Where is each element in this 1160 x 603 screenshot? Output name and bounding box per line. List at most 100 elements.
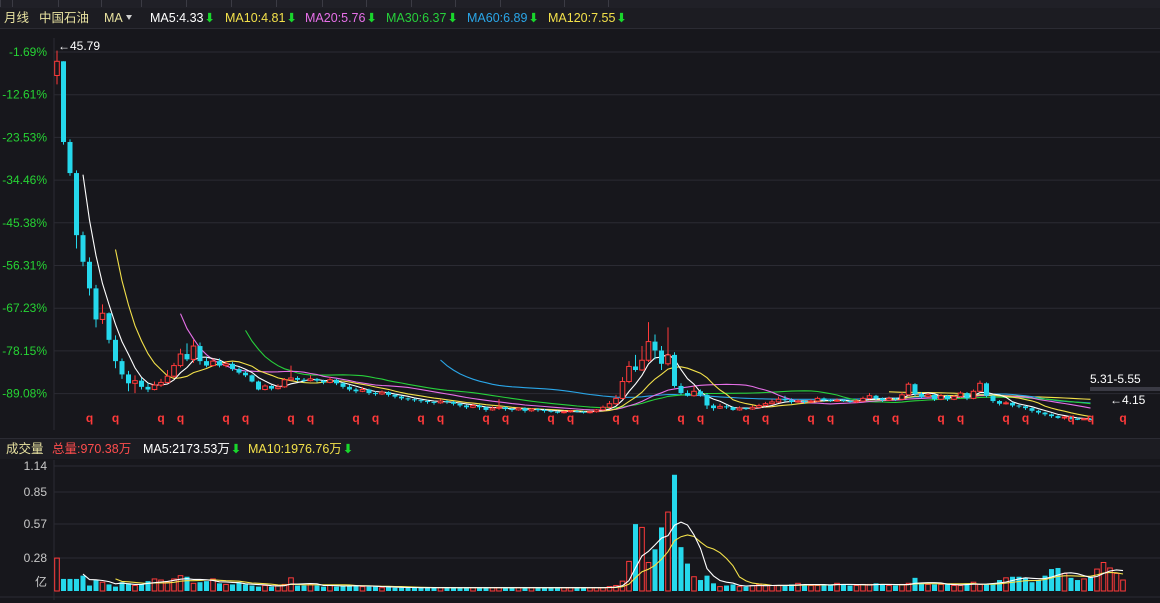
volume-bar <box>633 524 638 591</box>
candle-body <box>619 381 626 399</box>
event-marker: q <box>287 411 294 425</box>
candle-body <box>905 383 912 396</box>
candle-body <box>80 235 86 262</box>
candle-body <box>132 380 138 384</box>
candle-body <box>217 361 222 366</box>
volume-bar <box>762 585 769 592</box>
candle-body <box>691 390 697 397</box>
event-marker: q <box>177 411 184 425</box>
volume-bar <box>1010 576 1015 591</box>
candle-body <box>483 407 489 410</box>
candle-body <box>1075 418 1080 420</box>
candle-body <box>464 405 469 408</box>
volume-bar <box>1029 582 1035 591</box>
candle-body <box>451 401 456 404</box>
event-marker: q <box>352 411 359 425</box>
volume-bar <box>749 585 756 592</box>
volume-bar <box>938 583 944 592</box>
candle-body <box>392 394 398 397</box>
candle-body <box>197 346 203 362</box>
candle-body <box>515 407 522 411</box>
candle-body <box>184 354 190 360</box>
volume-bar <box>945 584 950 591</box>
candle-body <box>158 381 164 386</box>
volume-bar <box>782 585 788 591</box>
volume-bar <box>704 575 710 591</box>
volume-bar <box>67 578 73 591</box>
event-marker: q <box>827 411 834 425</box>
event-marker: q <box>1002 411 1009 425</box>
candle-body <box>489 407 496 411</box>
event-marker: q <box>222 411 229 425</box>
candle-body <box>503 407 508 410</box>
candle-body <box>1081 418 1087 421</box>
volume-bar <box>151 578 158 592</box>
candle-body <box>223 363 229 367</box>
candle-body <box>509 409 515 411</box>
volume-bar <box>957 585 964 592</box>
volume-bar <box>841 584 846 591</box>
candle-body <box>113 339 118 362</box>
volume-bar <box>177 575 184 592</box>
volume-bar <box>139 584 144 591</box>
candle-body <box>678 385 684 394</box>
event-marker: q <box>417 411 424 425</box>
candle-body <box>659 350 664 364</box>
price-axis-tick-label: -45.38% <box>2 216 47 230</box>
event-marker: q <box>157 411 164 425</box>
candle-body <box>1003 402 1009 405</box>
chart-canvas[interactable]: -1.69% -12.61% -23.53% -34.46% -45.38% -56.31… <box>0 0 1160 603</box>
candle-body <box>704 394 710 406</box>
candle-body <box>1055 416 1061 418</box>
volume-bar <box>1049 569 1054 591</box>
volume-bar <box>678 547 684 591</box>
candle-body <box>457 403 463 406</box>
range-annotation: 5.31-5.55 <box>1090 372 1141 386</box>
volume-bar <box>1036 580 1041 591</box>
candle-body <box>841 400 846 402</box>
volume-bar <box>1068 577 1074 591</box>
volume-bar <box>106 584 112 591</box>
event-marker: q <box>372 411 379 425</box>
candle-body <box>1061 416 1068 419</box>
candle-body <box>177 353 184 367</box>
event-marker: q <box>762 411 769 425</box>
candle-body <box>230 363 235 370</box>
candle-body <box>87 261 92 289</box>
volume-bar <box>1081 578 1087 592</box>
candle-body <box>269 385 274 389</box>
event-marker: q <box>112 411 119 425</box>
volume-bar <box>1075 580 1080 591</box>
candle-body <box>984 383 989 396</box>
ma10-line <box>114 249 1091 418</box>
candle-body <box>606 403 613 408</box>
candle-body <box>645 341 652 361</box>
candle-body <box>672 354 677 386</box>
candle-body <box>977 382 983 392</box>
volume-bar <box>977 583 983 592</box>
event-marker: q <box>677 411 684 425</box>
candle-body <box>1049 414 1054 417</box>
candle-body <box>256 381 261 390</box>
candle-body <box>802 401 807 403</box>
event-marker: q <box>697 411 704 425</box>
candle-body <box>93 288 99 320</box>
ma5-line <box>82 174 1091 420</box>
candle-body <box>970 390 977 399</box>
volume-bar <box>1003 577 1009 592</box>
candle-body <box>61 61 66 143</box>
candle-body <box>893 398 898 400</box>
volume-bar <box>685 563 690 591</box>
candle-body <box>340 383 346 387</box>
candle-body <box>359 389 366 392</box>
volume-bar <box>217 583 222 591</box>
candle-body <box>190 345 197 360</box>
volume-bar <box>249 585 255 591</box>
volume-bar <box>359 586 366 592</box>
volume-bar <box>190 582 197 592</box>
candle-body <box>164 375 171 383</box>
candle-body <box>821 398 827 401</box>
volume-bar <box>932 584 937 591</box>
candle-body <box>399 396 404 399</box>
volume-bar <box>54 557 60 592</box>
